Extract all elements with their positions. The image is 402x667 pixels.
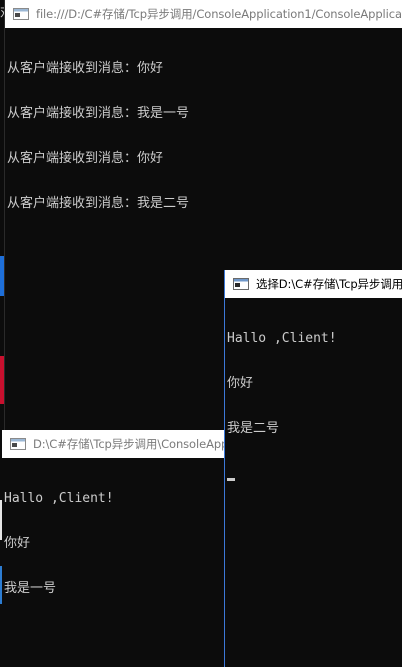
console-line: 从客户端接收到消息：我是一号 — [7, 106, 190, 121]
console-line: 你好 — [4, 536, 31, 551]
client1-console-window[interactable]: D:\C#存储\Tcp异步调用\ConsoleApplication2\bin\… — [2, 430, 224, 667]
console-line: 从客户端接收到消息：我是二号 — [7, 196, 190, 211]
console-line: 我是一号 — [4, 581, 57, 596]
server-window-title: file:///D:/C#存储/Tcp异步调用/ConsoleApplicati… — [36, 7, 402, 21]
client2-window-titlebar[interactable]: 选择D:\C#存储\Tcp异步调用\ConsoleApplication2\bi… — [225, 270, 402, 298]
client1-window-titlebar[interactable]: D:\C#存储\Tcp异步调用\ConsoleApplication2\bin\… — [2, 430, 224, 458]
console-line: Hallo ,Client! — [227, 331, 337, 346]
server-window-titlebar[interactable]: file:///D:/C#存储/Tcp异步调用/ConsoleApplicati… — [5, 0, 402, 28]
console-line: 你好 — [227, 376, 254, 391]
console-line: Hallo ,Client! — [4, 491, 114, 506]
text-cursor — [227, 478, 235, 481]
console-line: 从客户端接收到消息：你好 — [7, 151, 164, 166]
console-window-icon — [10, 438, 26, 450]
console-line: 从客户端接收到消息：你好 — [7, 61, 164, 76]
console-window-icon — [13, 8, 29, 20]
client2-console-output[interactable]: Hallo ,Client! 你好 我是二号 — [225, 298, 402, 667]
console-line: 我是二号 — [227, 421, 280, 436]
client2-window-title: 选择D:\C#存储\Tcp异步调用\ConsoleApplication2\bi… — [256, 277, 402, 291]
client1-window-title: D:\C#存储\Tcp异步调用\ConsoleApplication2\bin\… — [33, 437, 224, 451]
client1-console-output: Hallo ,Client! 你好 我是一号 — [2, 458, 224, 667]
client2-console-window[interactable]: 选择D:\C#存储\Tcp异步调用\ConsoleApplication2\bi… — [224, 270, 402, 667]
desktop: 对 file:///D:/C#存储/Tcp异步调用/ConsoleApplica… — [0, 0, 402, 667]
console-window-icon — [233, 278, 249, 290]
